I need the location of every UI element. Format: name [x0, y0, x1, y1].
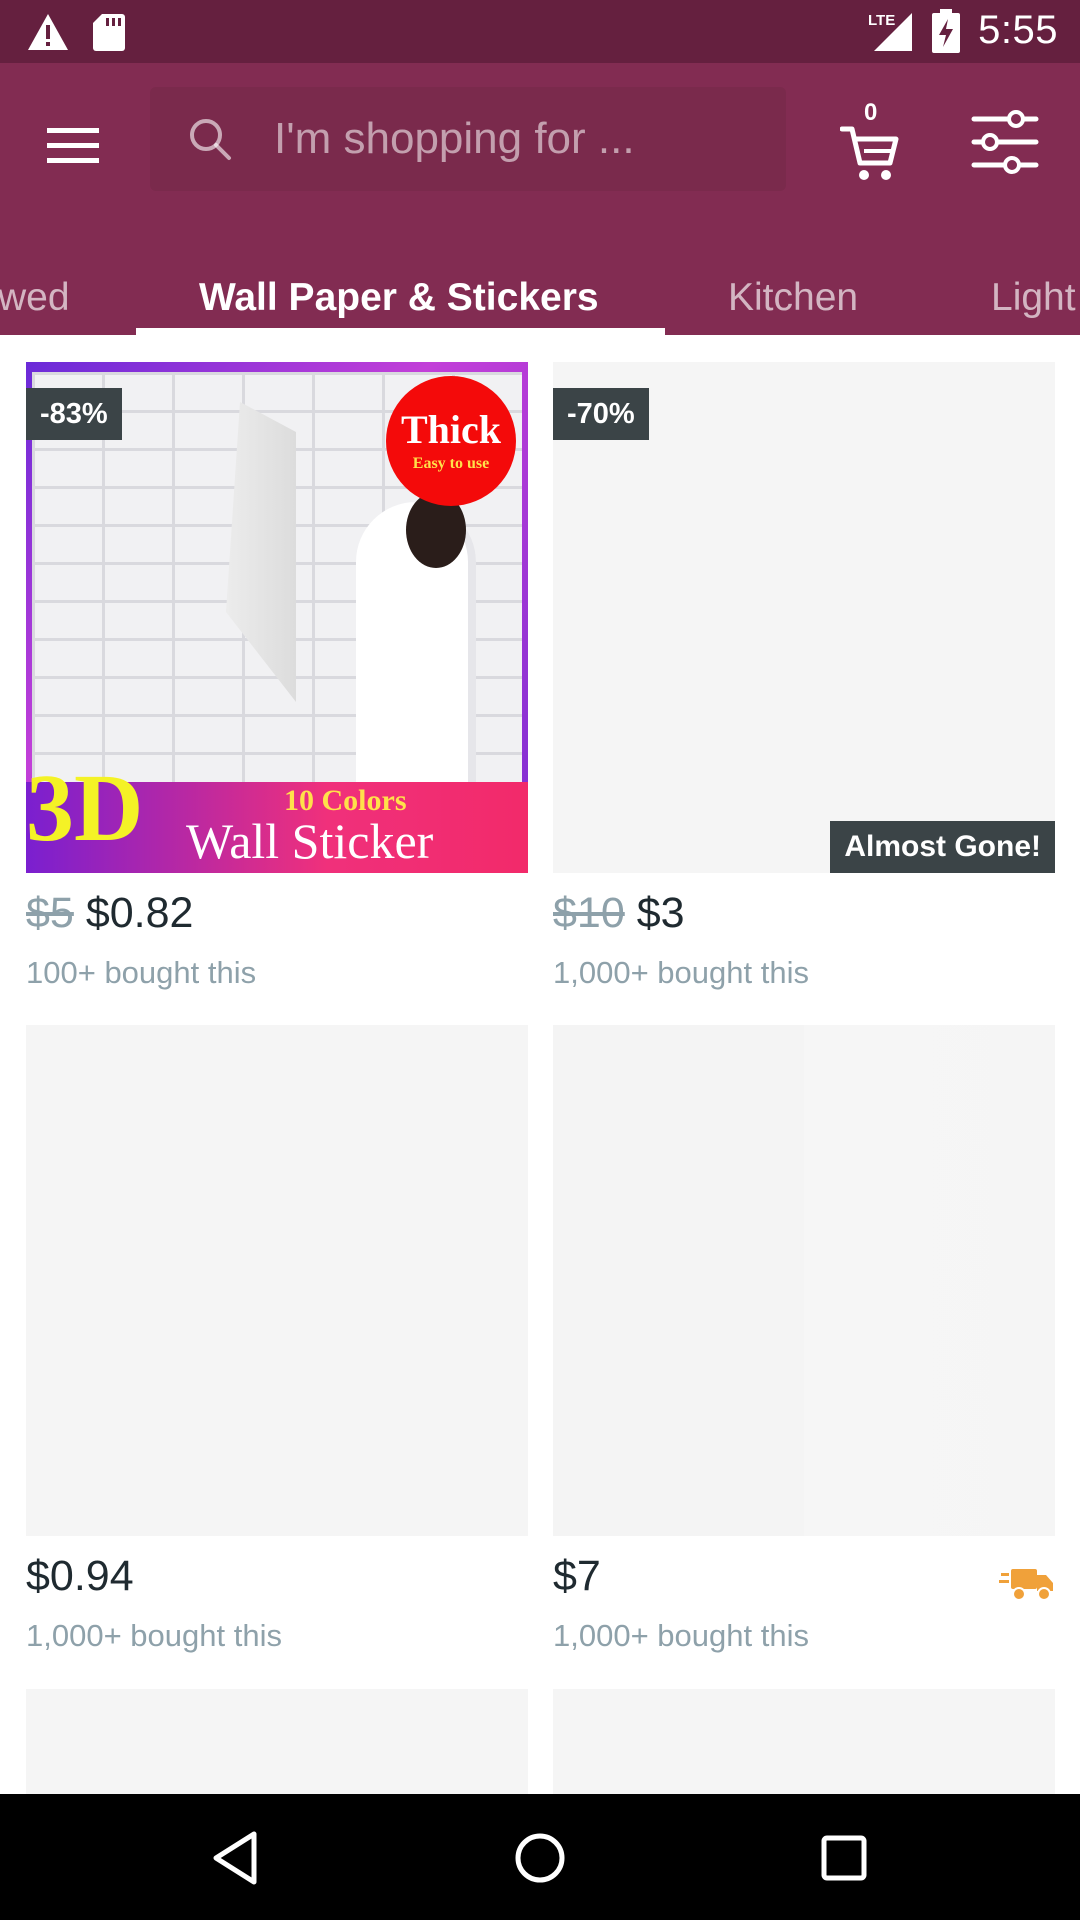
product-image[interactable]	[26, 1689, 528, 1794]
cart-icon	[840, 126, 899, 180]
wall-sticker-label: Wall Sticker	[186, 813, 434, 869]
filter-sliders-icon	[971, 110, 1039, 174]
product-image[interactable]	[553, 1025, 1055, 1536]
3d-label: 3D	[26, 754, 144, 861]
home-icon[interactable]	[508, 1826, 572, 1890]
sale-price: $0.94	[26, 1552, 134, 1600]
sale-price: $0.82	[85, 889, 194, 937]
signal-icon: LTE	[868, 12, 913, 51]
original-price: $5	[26, 889, 74, 937]
category-tabs: wed Wall Paper & Stickers Kitchen Light	[0, 248, 1080, 335]
product-image[interactable]: -70% Almost Gone!	[553, 362, 1055, 873]
app-bar: I'm shopping for ... 0 wed Wall Paper & …	[0, 63, 1080, 335]
bought-count: 1,000+ bought this	[26, 1618, 282, 1653]
product-image[interactable]	[553, 1689, 1055, 1794]
recents-icon[interactable]	[812, 1826, 876, 1890]
product-card[interactable]: $7 1,000+ bought this	[553, 1025, 1055, 1665]
almost-gone-badge: Almost Gone!	[830, 821, 1055, 873]
warning-icon	[28, 14, 68, 50]
discount-badge: -83%	[26, 388, 122, 440]
tab-previous[interactable]: wed	[0, 276, 70, 320]
bought-count: 100+ bought this	[26, 955, 257, 990]
back-icon[interactable]	[204, 1826, 268, 1890]
product-card[interactable]: Thick Easy to use 3D 10 Colors Wall Stic…	[26, 362, 528, 1002]
product-card[interactable]: $0.94 1,000+ bought this	[26, 1025, 528, 1665]
sale-price: $7	[553, 1552, 601, 1600]
sale-price: $3	[636, 889, 685, 937]
bought-count: 1,000+ bought this	[553, 1618, 809, 1653]
search-placeholder: I'm shopping for ...	[274, 114, 635, 163]
status-bar: LTE 5:55	[0, 0, 1080, 63]
original-price: $10	[553, 889, 625, 937]
search-input[interactable]: I'm shopping for ...	[150, 87, 786, 191]
battery-charging-icon	[932, 8, 961, 53]
tab-lighting[interactable]: Light	[991, 276, 1076, 320]
sd-card-icon	[93, 14, 125, 51]
tab-wall-paper-stickers[interactable]: Wall Paper & Stickers	[199, 276, 599, 320]
product-card[interactable]	[26, 1689, 528, 1794]
svg-text:LTE: LTE	[868, 12, 895, 29]
product-card[interactable]	[553, 1689, 1055, 1794]
price-row: $5 $0.82	[26, 889, 193, 938]
thick-label: Thick Easy to use	[386, 376, 516, 506]
active-tab-indicator	[136, 328, 665, 335]
menu-button[interactable]	[30, 103, 116, 189]
search-icon	[190, 119, 231, 160]
clock: 5:55	[978, 8, 1058, 52]
cart-button[interactable]: 0	[830, 99, 910, 189]
system-navigation-bar	[0, 1794, 1080, 1920]
hamburger-menu-icon	[47, 128, 99, 163]
product-image[interactable]: Thick Easy to use 3D 10 Colors Wall Stic…	[26, 362, 528, 873]
filter-button[interactable]	[970, 107, 1040, 177]
tab-kitchen[interactable]: Kitchen	[728, 276, 858, 320]
discount-badge: -70%	[553, 388, 649, 440]
bought-count: 1,000+ bought this	[553, 955, 809, 990]
truck-icon	[999, 1569, 1053, 1601]
price-row: $10 $3	[553, 889, 685, 938]
product-card[interactable]: -70% Almost Gone! $10 $3 1,000+ bought th…	[553, 362, 1055, 1002]
product-image[interactable]	[26, 1025, 528, 1536]
price-row: $0.94	[26, 1552, 134, 1601]
price-row: $7	[553, 1552, 601, 1601]
